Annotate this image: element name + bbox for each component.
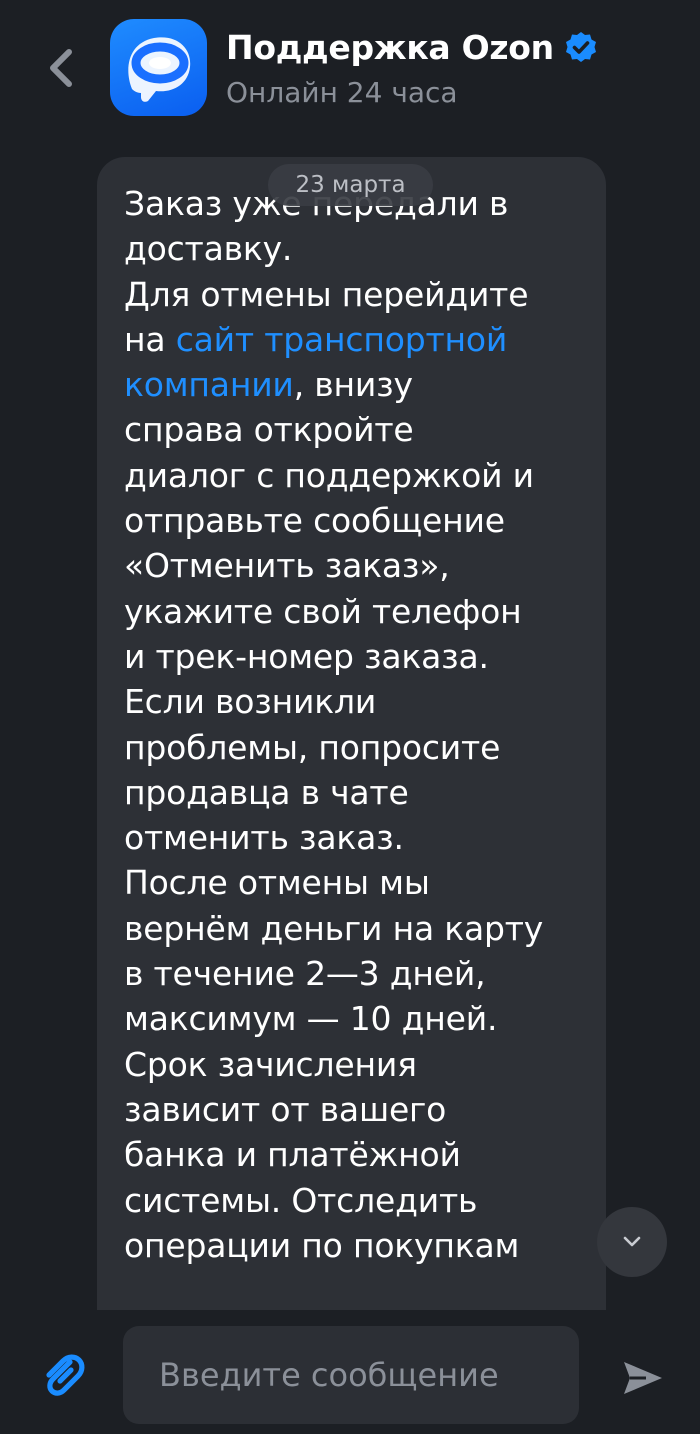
message-line: и трек-номер заказа. [124,634,594,679]
message-line: Для отмены перейдите [124,272,594,317]
carrier-site-link[interactable]: компании [124,365,294,404]
message-line: проблемы, попросите [124,725,594,770]
message-line: Срок зачисления [124,1042,594,1087]
message-line-text: отменить заказ. [124,818,404,858]
message-line: укажите свой телефон [124,589,594,634]
message-line-text: и трек-номер заказа. [124,636,489,676]
message-line: «Отменить заказ», [124,543,594,588]
ozon-chat-logo-icon [128,37,191,102]
message-line-text: Если возникли [124,682,377,722]
message-line-text: проблемы, попросите [124,727,501,767]
attach-button[interactable] [40,1350,86,1396]
message-line: зависит от вашего [124,1087,594,1132]
back-button[interactable] [36,42,84,94]
chat-title: Поддержка Ozon [226,28,554,67]
message-line-text: банка и платёжной [124,1135,461,1175]
message-line-text: Для отмены перейдите [124,274,529,314]
message-text: Заказ уже передали вдоставку.Для отмены … [124,181,594,1268]
paperclip-icon [46,1354,85,1396]
message-line: продавца в чате [124,770,594,815]
chevron-down-icon [623,1236,641,1247]
message-bubble: Заказ уже передали вдоставку.Для отмены … [97,157,606,1327]
message-line-text: доставку. [124,229,293,269]
message-line: на сайт транспортной [124,317,594,362]
message-line: вернём деньги на карту [124,906,594,951]
chevron-left-icon [50,49,72,87]
message-line-text: укажите свой телефон [124,591,522,631]
message-line-text: «Отменить заказ», [124,546,450,586]
chat-status: Онлайн 24 часа [226,76,458,109]
message-line: После отмены мы [124,860,594,905]
message-line: Если возникли [124,679,594,724]
chat-screen: Поддержка Ozon Онлайн 24 часа Заказ уже … [0,0,700,1434]
message-composer [0,1310,700,1434]
message-line: максимум — 10 дней. [124,996,594,1041]
message-line-text: продавца в чате [124,772,409,812]
support-avatar[interactable] [110,19,207,116]
scroll-down-button[interactable] [597,1207,667,1277]
message-line-text: , внизу [293,365,413,405]
chat-header: Поддержка Ozon Онлайн 24 часа [0,0,700,135]
message-line-text: После отмены мы [124,863,430,903]
message-line-text: зависит от вашего [124,1089,447,1129]
message-line: справа откройте [124,407,594,452]
message-line-text: в течение 2—3 дней, [124,954,486,994]
date-badge: 23 марта [268,164,433,206]
send-icon [624,1362,662,1394]
message-line: банка и платёжной [124,1132,594,1177]
message-line: доставку. [124,226,594,271]
message-line: компании, внизу [124,362,594,407]
message-line: в течение 2—3 дней, [124,951,594,996]
message-line-text: справа откройте [124,410,414,450]
message-input[interactable] [123,1326,579,1424]
message-line: операции по покупкам [124,1223,594,1268]
send-button[interactable] [618,1356,666,1400]
message-line: отменить заказ. [124,815,594,860]
message-line-text: на [124,319,176,359]
message-line-text: операции по покупкам [124,1225,520,1265]
message-line: системы. Отследить [124,1178,594,1223]
message-line-text: вернём деньги на карту [124,908,544,948]
message-line-text: максимум — 10 дней. [124,999,498,1039]
message-line-text: системы. Отследить [124,1180,478,1220]
message-line-text: диалог с поддержкой и [124,455,534,495]
verified-badge-icon [564,31,598,65]
message-line-text: отправьте сообщение [124,501,505,541]
message-line-text: Срок зачисления [124,1044,417,1084]
carrier-site-link[interactable]: сайт транспортной [176,320,508,359]
message-line: диалог с поддержкой и [124,453,594,498]
message-line: отправьте сообщение [124,498,594,543]
chat-title-row[interactable]: Поддержка Ozon [226,26,598,70]
